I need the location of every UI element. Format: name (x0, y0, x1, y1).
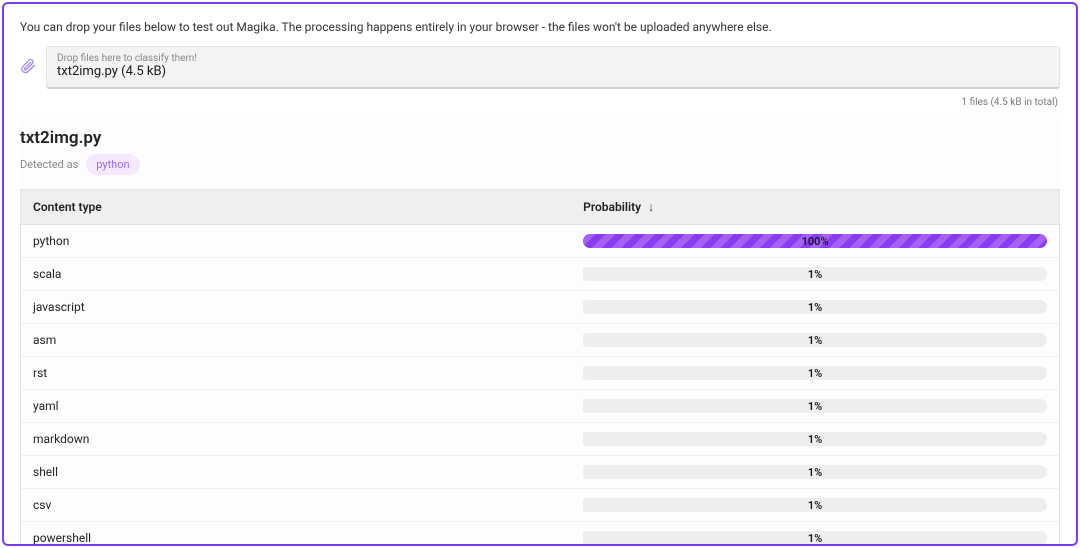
probability-label: 1% (808, 334, 822, 347)
detected-label: Detected as (20, 158, 78, 171)
table-row: javascript 1% (21, 291, 1060, 324)
probability-bar: 1% (583, 365, 1047, 381)
probability-bar: 1% (583, 497, 1047, 513)
probability-fill (583, 366, 588, 380)
cell-probability: 1% (571, 456, 1059, 489)
probability-label: 1% (808, 466, 822, 479)
files-summary: 1 files (4.5 kB in total) (20, 93, 1060, 108)
probability-bar: 1% (583, 398, 1047, 414)
detected-row: Detected as python (20, 154, 1060, 175)
cell-content-type: python (21, 225, 572, 258)
probability-fill (583, 300, 588, 314)
cell-probability: 1% (571, 489, 1059, 522)
probability-label: 1% (808, 268, 822, 281)
cell-probability: 1% (571, 390, 1059, 423)
cell-content-type: rst (21, 357, 572, 390)
cell-probability: 100% (571, 225, 1059, 258)
probability-fill (583, 333, 588, 347)
cell-content-type: shell (21, 456, 572, 489)
probability-fill (583, 432, 588, 446)
cell-content-type: scala (21, 258, 572, 291)
table-row: rst 1% (21, 357, 1060, 390)
probability-fill (583, 531, 588, 545)
probability-bar: 100% (583, 233, 1047, 249)
result-filename: txt2img.py (20, 118, 1060, 154)
probability-label: 1% (808, 499, 822, 512)
probability-bar: 1% (583, 530, 1047, 546)
probability-bar: 1% (583, 266, 1047, 282)
cell-content-type: powershell (21, 522, 572, 547)
cell-probability: 1% (571, 522, 1059, 547)
header-content-type[interactable]: Content type (21, 190, 572, 225)
probability-bar: 1% (583, 332, 1047, 348)
probability-bar: 1% (583, 431, 1047, 447)
probability-label: 100% (802, 235, 829, 248)
table-row: python 100% (21, 225, 1060, 258)
probability-label: 1% (808, 301, 822, 314)
cell-content-type: csv (21, 489, 572, 522)
intro-text: You can drop your files below to test ou… (20, 20, 1060, 34)
cell-probability: 1% (571, 324, 1059, 357)
probability-label: 1% (808, 367, 822, 380)
probability-label: 1% (808, 400, 822, 413)
probability-fill (583, 465, 588, 479)
probability-table: Content type Probability ↓ python 100% sca… (20, 189, 1060, 546)
header-probability[interactable]: Probability ↓ (571, 190, 1059, 225)
table-row: shell 1% (21, 456, 1060, 489)
cell-content-type: yaml (21, 390, 572, 423)
table-row: powershell 1% (21, 522, 1060, 547)
file-dropzone[interactable]: Drop files here to classify them! txt2im… (46, 46, 1060, 89)
dropzone-row: Drop files here to classify them! txt2im… (20, 46, 1060, 89)
table-row: yaml 1% (21, 390, 1060, 423)
probability-label: 1% (808, 433, 822, 446)
probability-fill (583, 498, 588, 512)
probability-fill (583, 267, 588, 281)
probability-fill (583, 399, 588, 413)
cell-probability: 1% (571, 291, 1059, 324)
cell-probability: 1% (571, 258, 1059, 291)
dropzone-placeholder: Drop files here to classify them! (57, 53, 1049, 64)
paperclip-icon[interactable] (20, 56, 36, 80)
table-row: scala 1% (21, 258, 1060, 291)
cell-content-type: markdown (21, 423, 572, 456)
table-row: csv 1% (21, 489, 1060, 522)
result-card: txt2img.py Detected as python Content ty… (20, 118, 1060, 546)
cell-probability: 1% (571, 423, 1059, 456)
table-row: asm 1% (21, 324, 1060, 357)
table-row: markdown 1% (21, 423, 1060, 456)
dropzone-file-display: txt2img.py (4.5 kB) (57, 64, 1049, 79)
cell-content-type: asm (21, 324, 572, 357)
cell-probability: 1% (571, 357, 1059, 390)
arrow-down-icon: ↓ (648, 200, 654, 214)
detected-type-chip: python (86, 154, 139, 175)
cell-content-type: javascript (21, 291, 572, 324)
probability-bar: 1% (583, 299, 1047, 315)
probability-bar: 1% (583, 464, 1047, 480)
app-container: You can drop your files below to test ou… (2, 2, 1078, 546)
probability-label: 1% (808, 532, 822, 545)
